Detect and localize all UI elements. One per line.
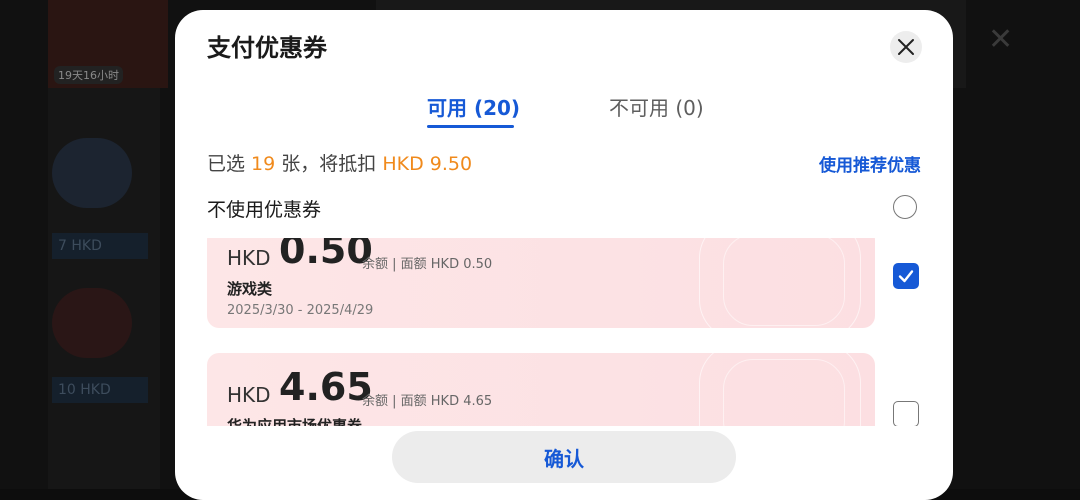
background-timer: 19天16小时 (54, 66, 123, 84)
close-button[interactable] (890, 31, 922, 63)
coupon-amount: 0.50 (279, 238, 373, 272)
coupon-card[interactable]: HKD 0.50 余额 | 面额 HKD 0.50 游戏类 2025/3/30 … (207, 238, 875, 328)
background-price-2: 10 HKD (52, 377, 148, 403)
background-item-key-red (48, 280, 148, 380)
summary-middle: 张，将抵扣 (275, 153, 383, 175)
no-coupon-label: 不使用优惠券 (207, 199, 322, 221)
coupon-tabs: 可用 (20) 不可用 (0) (175, 92, 953, 128)
background-price-1: 7 HKD (52, 233, 148, 259)
close-icon (898, 39, 914, 55)
coupon-amount: 4.65 (279, 365, 373, 409)
coupon-balance: 余额 | 面额 HKD 4.65 (362, 394, 493, 409)
background-nav (56, 425, 176, 475)
coupon-category: 游戏类 (227, 280, 273, 298)
coupon-currency: HKD (227, 246, 271, 270)
dialog-title: 支付优惠券 (207, 34, 327, 62)
selection-summary: 已选 19 张，将抵扣 HKD 9.50 (207, 149, 472, 176)
coupon-category: 华为应用市场优惠券 (227, 417, 363, 426)
coupon-list[interactable]: HKD 0.50 余额 | 面额 HKD 0.50 游戏类 2025/3/30 … (175, 238, 953, 426)
background-close-icon: ✕ (988, 22, 1014, 57)
background-item-key-blue (48, 130, 148, 230)
tab-available[interactable]: 可用 (20) (427, 92, 520, 121)
coupon-dates: 2025/3/30 - 2025/4/29 (227, 303, 374, 318)
coupon-checkbox-unchecked[interactable] (893, 401, 919, 426)
coupon-currency: HKD (227, 383, 271, 407)
tab-unavailable[interactable]: 不可用 (0) (609, 92, 704, 121)
coupon-checkbox-checked[interactable] (893, 263, 919, 289)
selected-count: 19 (251, 153, 276, 175)
check-icon (898, 270, 914, 283)
confirm-button[interactable]: 确认 (392, 431, 736, 483)
use-recommended-link[interactable]: 使用推荐优惠 (819, 151, 921, 176)
no-coupon-radio[interactable] (893, 195, 917, 219)
tab-active-indicator (427, 125, 514, 128)
coupon-dialog: 支付优惠券 可用 (20) 不可用 (0) 已选 19 张，将抵扣 HKD 9.… (175, 10, 953, 500)
coupon-balance: 余额 | 面额 HKD 0.50 (362, 257, 493, 272)
summary-prefix: 已选 (207, 153, 252, 175)
deduct-amount: HKD 9.50 (382, 153, 473, 175)
coupon-card[interactable]: HKD 4.65 余额 | 面额 HKD 4.65 华为应用市场优惠券 (207, 353, 875, 426)
